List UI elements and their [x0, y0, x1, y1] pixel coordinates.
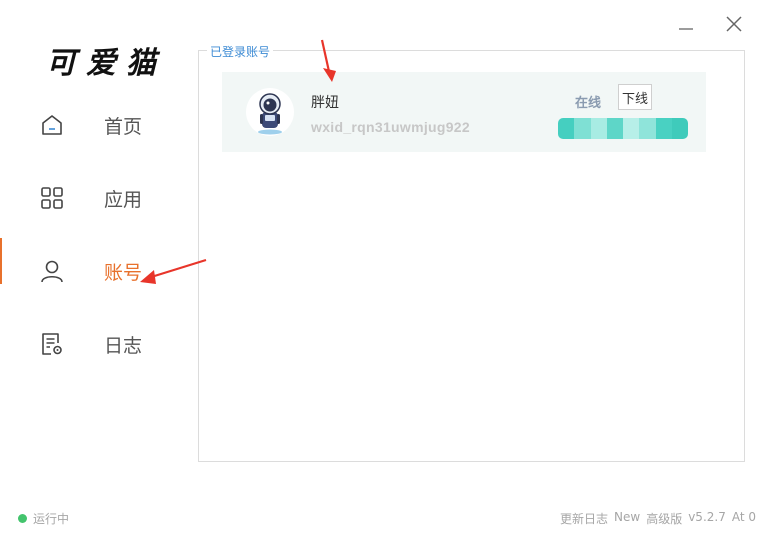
home-icon [42, 115, 62, 135]
active-indicator [0, 238, 2, 284]
status-dot [18, 514, 27, 523]
changelog-link[interactable]: 更新日志 [560, 510, 608, 527]
minimize-button[interactable] [674, 12, 698, 36]
astronaut-avatar-icon [258, 93, 282, 135]
minimize-icon [679, 28, 693, 30]
sidebar-item-apps[interactable]: 应用 [0, 168, 190, 228]
logout-button[interactable]: 下线 [618, 84, 652, 110]
run-status-text: 运行中 [33, 512, 70, 526]
account-nickname: 胖妞 [311, 95, 339, 111]
sidebar-item-label: 首页 [104, 116, 143, 138]
avatar [246, 88, 294, 136]
edition-label: 高级版 [646, 512, 683, 526]
log-document-icon [42, 333, 62, 355]
sidebar-item-label: 应用 [104, 189, 143, 211]
account-status: 在线 [575, 96, 602, 111]
version-label: v5.2.7 [688, 510, 726, 524]
sidebar-item-label: 日志 [104, 335, 143, 357]
panel-legend: 已登录账号 [207, 43, 274, 60]
redacted-info [558, 118, 688, 139]
run-status: 运行中 [18, 510, 69, 527]
sidebar-item-log[interactable]: 日志 [0, 314, 190, 374]
at-label: At 0 [731, 510, 756, 524]
app-logo: 可爱猫 [46, 46, 166, 81]
new-badge: New [614, 510, 641, 524]
account-wxid: wxid_rqn31uwmjug922 [311, 119, 470, 135]
footer-info: 更新日志 New 高级版 v5.2.7 At 0 [560, 510, 756, 527]
apps-grid-icon [41, 187, 63, 209]
close-icon [726, 16, 742, 32]
close-button[interactable] [722, 12, 746, 36]
sidebar-item-home[interactable]: 首页 [0, 95, 190, 155]
sidebar-item-accounts[interactable]: 账号 [0, 238, 190, 301]
user-icon [41, 260, 63, 283]
sidebar-item-label: 账号 [104, 262, 143, 284]
